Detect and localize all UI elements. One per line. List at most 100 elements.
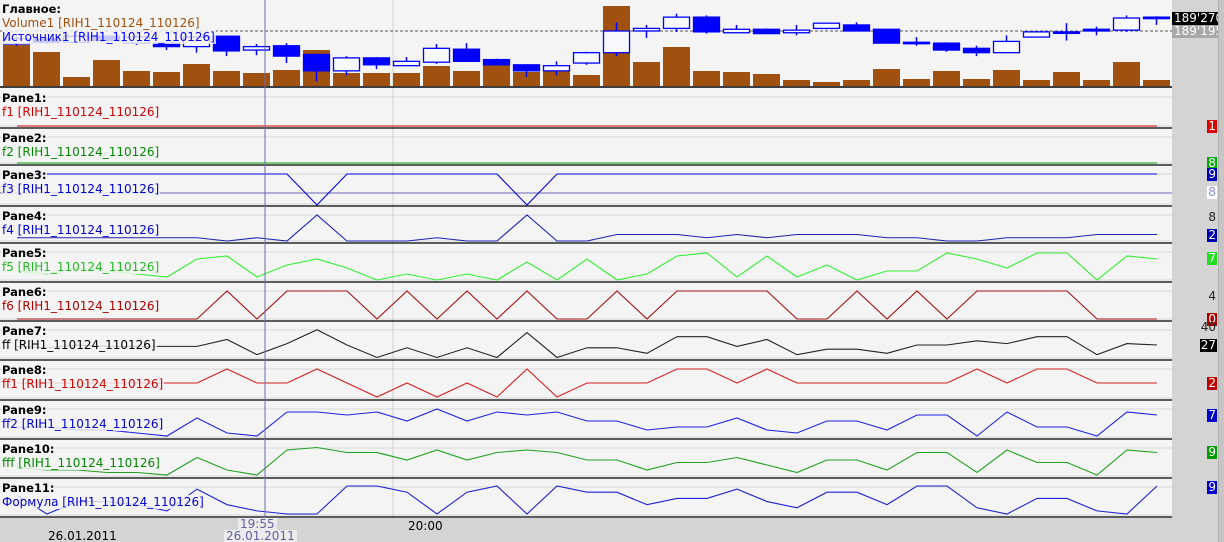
volume-legend[interactable]: Volume1 [RIH1_110124_110126] [2, 16, 201, 30]
volume-bar [723, 72, 750, 86]
series-legend[interactable]: f6 [RIH1_110124_110126] [2, 299, 161, 313]
volume-bar [33, 52, 60, 86]
pane-title: Pane8: [2, 363, 48, 377]
candle-up [812, 22, 841, 30]
chart-canvas[interactable] [0, 0, 1172, 518]
candle-up [602, 30, 631, 54]
pane3-axis-label: 9 [1207, 167, 1217, 181]
candle-up [1022, 31, 1051, 38]
series-legend[interactable]: Формула [RIH1_110124_110126] [2, 495, 205, 509]
time-axis[interactable]: 26.01.2011 19:55 26.01.2011 20:00 [0, 518, 1218, 542]
reference-price-label: 189'195 [1172, 24, 1224, 38]
volume-bar [1053, 72, 1080, 86]
volume-bar [873, 69, 900, 86]
volume-bar [993, 70, 1020, 86]
candle-down [1142, 16, 1171, 20]
volume-bar [813, 82, 840, 86]
date-label: 26.01.2011 [48, 529, 117, 542]
volume-bar [633, 62, 660, 86]
candle-up [632, 27, 661, 32]
volume-bar [393, 73, 420, 86]
pane10-axis-label: 9 [1207, 445, 1217, 459]
pane5-legend: Pane5: f5 [RIH1_110124_110126] [2, 246, 161, 274]
volume-bar [693, 71, 720, 86]
vertical-scrollbar[interactable] [1218, 0, 1224, 542]
candle-up [572, 52, 601, 64]
candle-up [542, 65, 571, 72]
candle-down [452, 48, 481, 62]
pane9-series-line [17, 408, 1158, 437]
volume-bar [183, 64, 210, 86]
source-legend[interactable]: Источник1 [RIH1_110124_110126] [2, 30, 216, 44]
pane1-axis-label: 1 [1207, 119, 1217, 133]
pane-title: Pane2: [2, 131, 48, 145]
pane9-axis-label: 7 [1207, 408, 1217, 422]
volume-bar [93, 60, 120, 86]
pane4-series-line [17, 214, 1157, 242]
series-legend[interactable]: f4 [RIH1_110124_110126] [2, 223, 161, 237]
pane9-legend: Pane9: ff2 [RIH1_110124_110126] [2, 403, 165, 431]
pane11-axis-label: 9 [1207, 480, 1217, 494]
series-legend[interactable]: f2 [RIH1_110124_110126] [2, 145, 161, 159]
volume-bar [573, 75, 600, 86]
pane1-legend: Pane1: f1 [RIH1_110124_110126] [2, 91, 161, 119]
series-legend[interactable]: f5 [RIH1_110124_110126] [2, 260, 161, 274]
volume-bar [1143, 80, 1170, 86]
series-legend[interactable]: ff1 [RIH1_110124_110126] [2, 377, 165, 391]
volume-bar [273, 70, 300, 86]
volume-bar [123, 71, 150, 86]
volume-bar [63, 77, 90, 86]
candle-down [902, 41, 931, 45]
volume-bar [3, 45, 30, 86]
volume-bar [423, 66, 450, 86]
pane10-series-line [16, 446, 1158, 476]
volume-bar [1023, 80, 1050, 86]
volume-bar [1083, 80, 1110, 86]
volume-bar [153, 72, 180, 86]
volume-bar [1113, 62, 1140, 86]
candle-down [302, 53, 331, 72]
candle-down [362, 57, 391, 66]
candle-up [662, 16, 691, 30]
series-legend[interactable]: fff [RIH1_110124_110126] [2, 456, 161, 470]
pane4-axis-label: 8 [1208, 210, 1216, 224]
candle-up [992, 40, 1021, 54]
volume-bar [453, 71, 480, 86]
pane-title: Pane10: [2, 442, 56, 456]
pane3-legend: Pane3: f3 [RIH1_110124_110126] [2, 168, 161, 196]
pane8-legend: Pane8: ff1 [RIH1_110124_110126] [2, 363, 165, 391]
pane-title: Pane11: [2, 481, 56, 495]
candle-down [482, 58, 511, 66]
pane3-series-line [17, 173, 1157, 206]
candle-up [392, 60, 421, 67]
candle-down [212, 35, 241, 52]
pane-title: Pane6: [2, 285, 48, 299]
pane5-series-line [16, 252, 1158, 281]
candle-down [512, 64, 541, 72]
series-legend[interactable]: ff [RIH1_110124_110126] [2, 338, 157, 352]
pane11-legend: Pane11: Формула [RIH1_110124_110126] [2, 481, 205, 509]
volume-bar [483, 65, 510, 86]
candle-down [1082, 28, 1111, 32]
pane4-axis-label: 2 [1207, 228, 1217, 242]
candle-down [872, 28, 901, 44]
volume-bar [363, 73, 390, 86]
pane4-legend: Pane4: f4 [RIH1_110124_110126] [2, 209, 161, 237]
candle-down [842, 24, 871, 32]
series-legend[interactable]: ff2 [RIH1_110124_110126] [2, 417, 165, 431]
series-legend[interactable]: f3 [RIH1_110124_110126] [2, 182, 161, 196]
pane8-axis-label: 2 [1207, 376, 1217, 390]
pane10-legend: Pane10: fff [RIH1_110124_110126] [2, 442, 161, 470]
volume-bar [663, 47, 690, 86]
pane-title: Pane3: [2, 168, 48, 182]
pane-title: Pane1: [2, 91, 48, 105]
volume-bar [843, 80, 870, 86]
series-legend[interactable]: f1 [RIH1_110124_110126] [2, 105, 161, 119]
candle-up [332, 57, 361, 72]
volume-bar [213, 71, 240, 86]
candle-down [272, 45, 301, 57]
candle-up [1112, 17, 1141, 31]
volume-bar [903, 79, 930, 86]
candle-down [692, 16, 721, 33]
pane7-legend: Pane7: ff [RIH1_110124_110126] [2, 324, 157, 352]
